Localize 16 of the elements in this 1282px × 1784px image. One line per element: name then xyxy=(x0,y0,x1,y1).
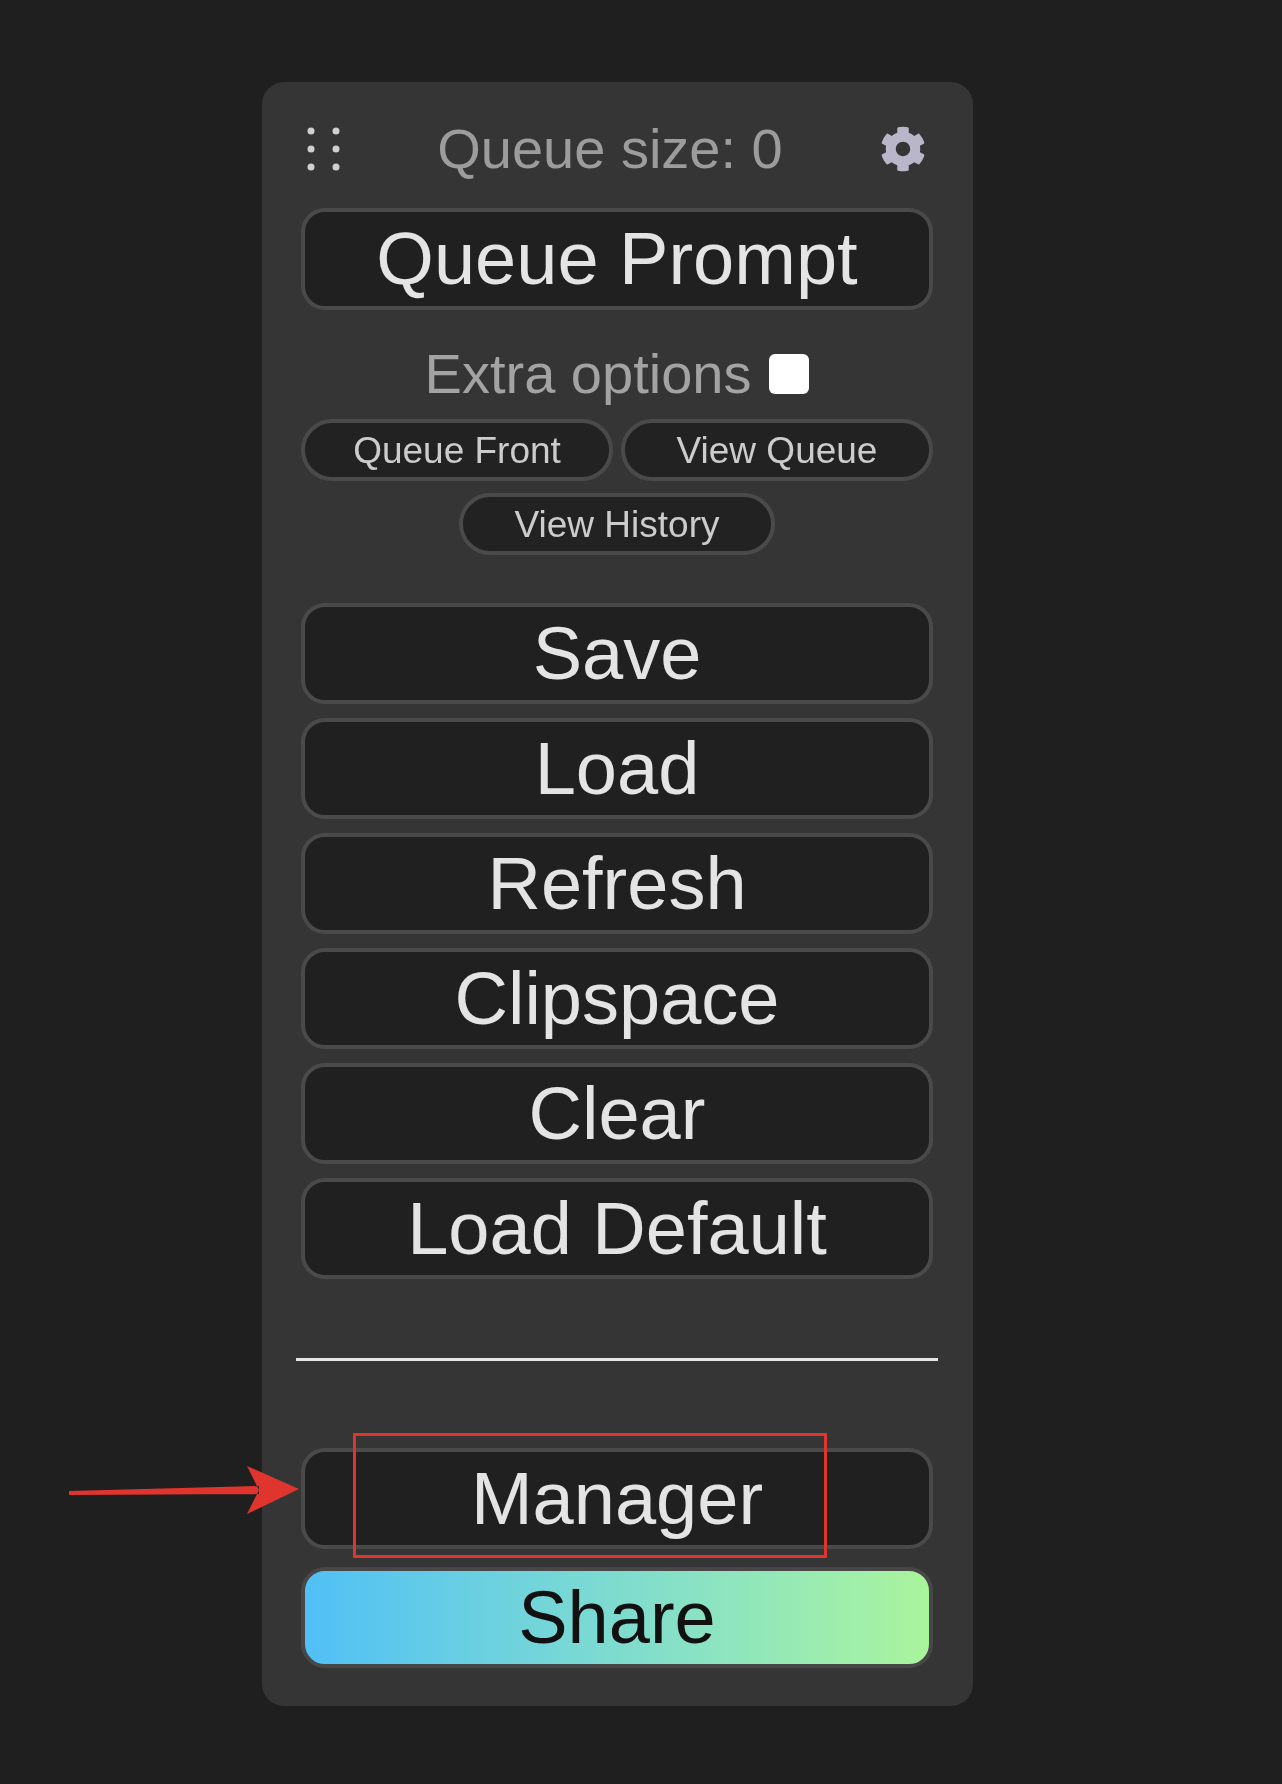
drag-handle-icon[interactable] xyxy=(307,126,340,171)
menu-button[interactable]: Clipspace xyxy=(301,948,933,1049)
manager-button[interactable]: Manager xyxy=(301,1448,933,1549)
queue-prompt-button[interactable]: Queue Prompt xyxy=(301,207,933,310)
menu-button[interactable]: Save xyxy=(301,603,933,704)
menu-button[interactable]: Load xyxy=(301,718,933,819)
settings-icon[interactable] xyxy=(880,125,926,172)
queue-front-button[interactable]: Queue Front xyxy=(301,419,613,482)
extra-options-checkbox[interactable] xyxy=(769,353,810,394)
view-queue-button[interactable]: View Queue xyxy=(621,419,933,482)
share-button[interactable]: Share xyxy=(301,1567,933,1668)
queue-size-label: Queue size: 0 xyxy=(437,120,783,177)
view-history-button[interactable]: View History xyxy=(459,493,775,555)
menu-button[interactable]: Refresh xyxy=(301,833,933,934)
menu-button[interactable]: Clear xyxy=(301,1063,933,1164)
menu-button[interactable]: Load Default xyxy=(301,1178,933,1279)
